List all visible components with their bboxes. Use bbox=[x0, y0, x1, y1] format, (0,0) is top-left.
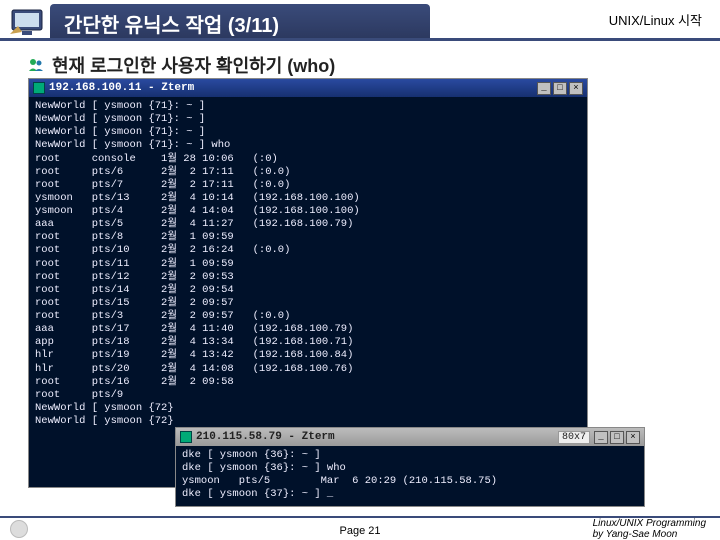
minimize-button[interactable]: _ bbox=[594, 431, 608, 444]
bullet-text: 현재 로그인한 사용자 확인하기 (who) bbox=[52, 52, 335, 78]
people-icon bbox=[28, 57, 44, 73]
titlebar: 210.115.58.79 - Zterm 80x7 _ □ × bbox=[176, 428, 644, 446]
corner-label: UNIX/Linux 시작 bbox=[609, 10, 702, 29]
maximize-button[interactable]: □ bbox=[610, 431, 624, 444]
title-strip: 간단한 유닉스 작업 (3/11) bbox=[50, 4, 430, 38]
logo-icon bbox=[10, 520, 28, 538]
terminal-output: dke [ ysmoon {36}: ~ ] dke [ ysmoon {36}… bbox=[176, 446, 644, 506]
close-button[interactable]: × bbox=[626, 431, 640, 444]
monitor-icon bbox=[8, 4, 50, 42]
app-icon bbox=[180, 431, 192, 443]
page-number: Page 21 bbox=[340, 525, 381, 537]
titlebar: 192.168.100.11 - Zterm _ □ × bbox=[29, 79, 587, 97]
credit-line-1: Linux/UNIX Programming bbox=[593, 518, 706, 529]
window-title: 192.168.100.11 - Zterm bbox=[49, 82, 194, 94]
terminal-secondary: 210.115.58.79 - Zterm 80x7 _ □ × dke [ y… bbox=[175, 427, 645, 507]
bullet: 현재 로그인한 사용자 확인하기 (who) bbox=[28, 52, 335, 78]
slide: 간단한 유닉스 작업 (3/11) UNIX/Linux 시작 현재 로그인한 … bbox=[0, 0, 720, 540]
window-title: 210.115.58.79 - Zterm bbox=[196, 431, 335, 443]
header-rule bbox=[0, 38, 720, 41]
credit-line-2: by Yang-Sae Moon bbox=[593, 529, 706, 540]
close-button[interactable]: × bbox=[569, 82, 583, 95]
size-badge: 80x7 bbox=[558, 431, 590, 444]
minimize-button[interactable]: _ bbox=[537, 82, 551, 95]
app-icon bbox=[33, 82, 45, 94]
window-controls: _ □ × bbox=[537, 82, 583, 95]
maximize-button[interactable]: □ bbox=[553, 82, 567, 95]
footer: Page 21 Linux/UNIX Programming by Yang-S… bbox=[0, 518, 720, 540]
footer-credit: Linux/UNIX Programming by Yang-Sae Moon bbox=[593, 518, 706, 540]
